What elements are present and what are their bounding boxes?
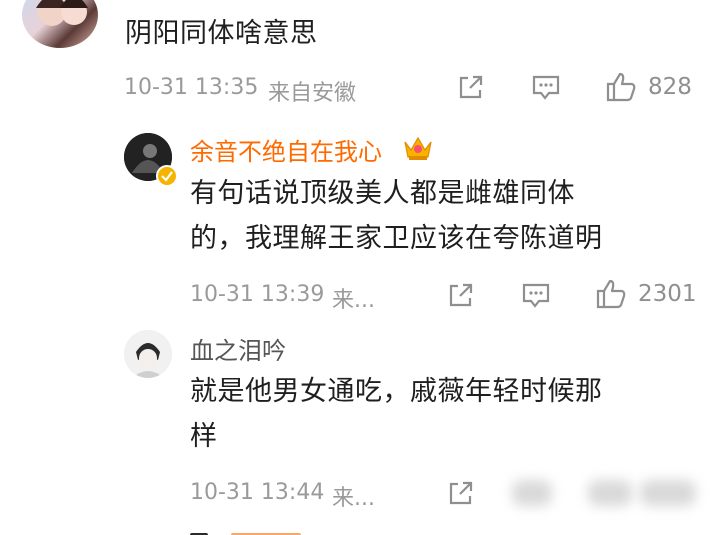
like-count: 2301	[638, 281, 697, 307]
location: 来...	[332, 486, 375, 511]
timestamp: 10-31 13:44	[190, 480, 325, 505]
share-button[interactable]	[456, 72, 486, 106]
comment-text: 阴阳同体啥意思	[125, 18, 318, 49]
avatar-photo	[124, 330, 172, 378]
reply-text-line: 的，我理解王家卫应该在夸陈道明	[190, 223, 603, 254]
reply-text-line: 就是他男女通吃，戚薇年轻时候那	[190, 376, 603, 407]
like-button[interactable]: 2301	[594, 277, 697, 311]
timestamp: 10-31 13:35	[124, 75, 259, 100]
like-count: 828	[648, 74, 692, 100]
reply-text-line: 有句话说顶级美人都是雌雄同体	[190, 178, 575, 209]
share-icon	[449, 481, 473, 505]
check-icon	[161, 171, 173, 182]
location: 来...	[332, 288, 375, 313]
share-button[interactable]	[446, 478, 476, 512]
reply-text-line: 样	[190, 421, 218, 452]
blurred-region	[640, 480, 696, 506]
comment-button[interactable]	[520, 280, 552, 314]
comment-icon	[532, 75, 560, 100]
share-button[interactable]	[446, 280, 476, 314]
verified-badge	[156, 165, 178, 187]
share-icon	[449, 283, 473, 307]
like-button[interactable]: 828	[604, 70, 692, 104]
comment-button[interactable]	[530, 72, 562, 106]
username[interactable]: 血之泪吟	[190, 331, 286, 366]
crown-icon	[402, 132, 434, 166]
comment-icon	[522, 283, 550, 308]
share-icon	[459, 75, 483, 99]
avatar[interactable]	[124, 330, 172, 378]
username-vip[interactable]: 余音不绝自在我心	[190, 132, 382, 167]
blurred-region	[512, 480, 552, 506]
thumbs-up-icon	[606, 72, 636, 102]
location: 来自安徽	[268, 81, 357, 106]
partial-next-row	[190, 526, 310, 535]
avatar-photo	[36, 0, 88, 26]
blurred-region	[588, 480, 632, 506]
avatar[interactable]	[22, 0, 98, 48]
timestamp: 10-31 13:39	[190, 282, 325, 307]
thumbs-up-icon	[596, 279, 626, 309]
